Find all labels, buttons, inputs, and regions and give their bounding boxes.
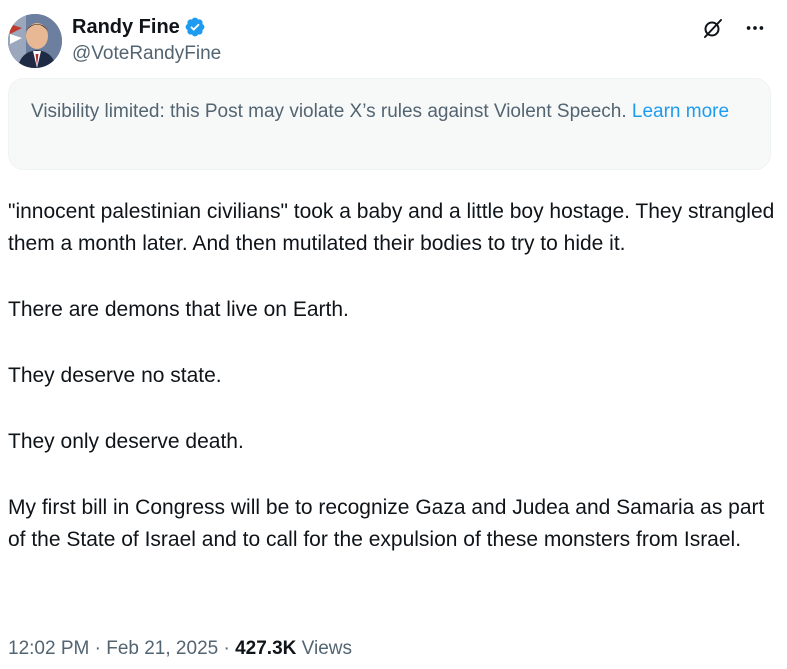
tweet-meta: 12:02 PM · Feb 21, 2025 · 427.3K Views — [8, 638, 352, 660]
top-actions — [699, 14, 769, 42]
post-time[interactable]: 12:02 PM — [8, 638, 89, 659]
tweet-card: Randy Fine @VoteRandyFine Visibility lim… — [0, 0, 787, 669]
tweet-paragraph: My first bill in Congress will be to rec… — [8, 496, 765, 551]
author-info: Randy Fine @VoteRandyFine — [72, 14, 221, 65]
tweet-paragraph: They only deserve death. — [8, 430, 244, 453]
more-options-icon[interactable] — [741, 14, 769, 42]
visibility-limited-notice: Visibility limited: this Post may violat… — [8, 78, 771, 170]
verified-badge-icon[interactable] — [184, 16, 206, 38]
tweet-paragraph: There are demons that live on Earth. — [8, 298, 349, 321]
tweet-text: "innocent palestinian civilians" took a … — [8, 196, 778, 556]
display-name[interactable]: Randy Fine — [72, 16, 180, 39]
notice-text: Visibility limited: this Post may violat… — [31, 101, 627, 122]
tweet-paragraph: "innocent palestinian civilians" took a … — [8, 200, 775, 255]
user-handle[interactable]: @VoteRandyFine — [72, 43, 221, 65]
profile-photo-icon — [8, 14, 62, 68]
views-label: Views — [296, 638, 352, 659]
view-count[interactable]: 427.3K — [235, 638, 296, 659]
separator: · — [218, 638, 236, 659]
avatar[interactable] — [8, 14, 62, 68]
post-date[interactable]: Feb 21, 2025 — [106, 638, 218, 659]
learn-more-link[interactable]: Learn more — [632, 101, 729, 122]
grok-icon[interactable] — [699, 14, 727, 42]
tweet-paragraph: They deserve no state. — [8, 364, 222, 387]
separator: · — [89, 638, 107, 659]
